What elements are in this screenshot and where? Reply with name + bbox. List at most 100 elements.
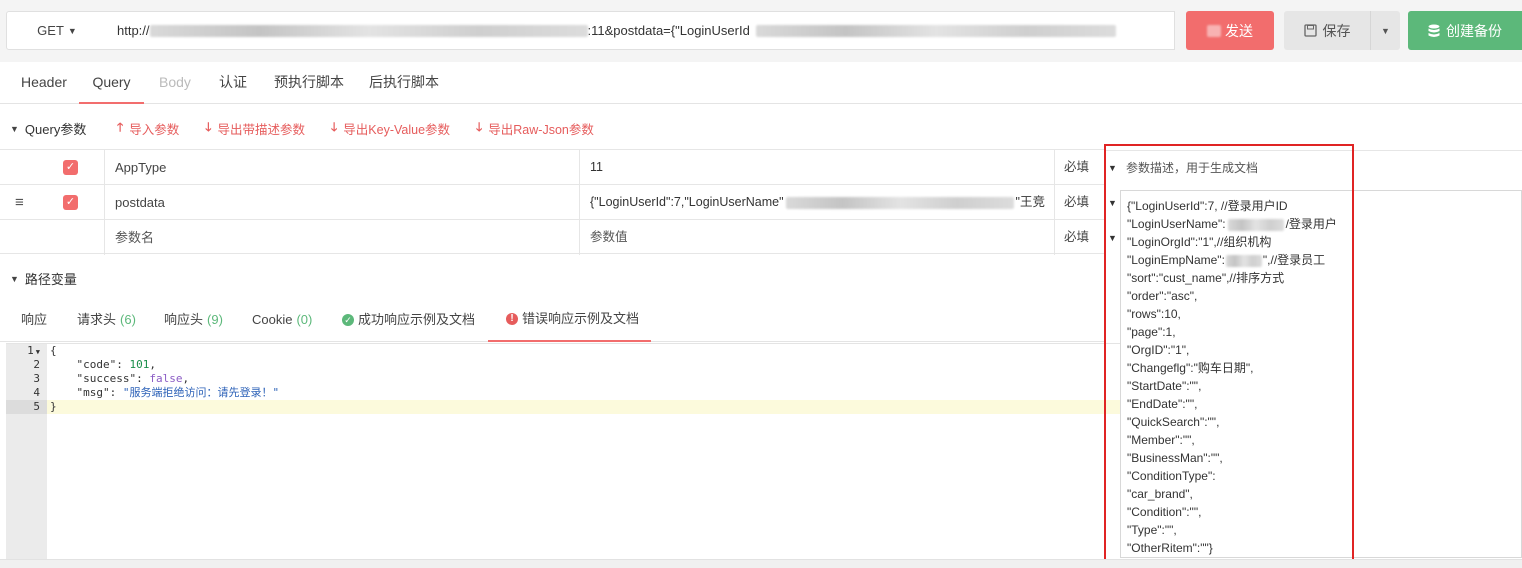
param-value[interactable]: 11 xyxy=(590,150,1046,185)
save-icon xyxy=(1303,24,1317,37)
tab-response[interactable]: 响应 xyxy=(21,298,47,342)
response-editor[interactable]: 1 ▼ 2 3 4 5 { "code": 101, "success": fal… xyxy=(6,343,1120,560)
code-line: "msg": "服务端拒绝访问：请先登录！" xyxy=(76,386,280,399)
desc-line: {"LoginUserId":7, //登录用户ID xyxy=(1127,199,1288,213)
line-number: 5 xyxy=(33,400,40,413)
arrow-down-icon: 🡓 xyxy=(205,120,212,134)
row-enable-checkbox[interactable]: ✓ xyxy=(63,160,78,175)
tab-error-example[interactable]: ! 错误响应示例及文档 xyxy=(488,298,651,342)
desc-line: "BusinessMan":"", xyxy=(1127,451,1223,465)
query-section-title: Query参数 xyxy=(24,122,87,137)
line-number: 3 xyxy=(33,372,40,385)
desc-line: "Condition":"", xyxy=(1127,505,1202,519)
code-line: { xyxy=(50,344,57,357)
export-desc-params-button[interactable]: 🡓 导出带描述参数 xyxy=(205,118,305,139)
save-button[interactable]: 保存 xyxy=(1284,11,1370,50)
tab-success-example[interactable]: ✓ 成功响应示例及文档 xyxy=(342,298,475,342)
import-params-button[interactable]: 🡑 导入参数 xyxy=(117,118,179,139)
param-required[interactable]: 必填 xyxy=(1064,185,1089,220)
param-description-textarea[interactable]: {"LoginUserId":7, //登录用户ID "LoginUserNam… xyxy=(1120,190,1522,558)
import-params-label: 导入参数 xyxy=(129,123,180,137)
desc-line: "StartDate":"", xyxy=(1127,379,1202,393)
send-icon xyxy=(1207,24,1221,37)
query-section-toggle[interactable]: ▼ Query参数 xyxy=(10,119,86,138)
arrow-up-icon: 🡑 xyxy=(117,120,124,134)
param-name-input[interactable]: 参数名 xyxy=(115,220,154,255)
tab-cookie[interactable]: Cookie (0) xyxy=(252,298,312,342)
export-kv-params-button[interactable]: 🡓 导出Key-Value参数 xyxy=(331,118,450,139)
desc-line: "sort":"cust_name",//排序方式 xyxy=(1127,271,1285,285)
desc-line: "order":"asc", xyxy=(1127,289,1198,303)
fold-icon: ▼ xyxy=(35,348,40,356)
tab-pre-script[interactable]: 预执行脚本 xyxy=(274,62,344,104)
tab-response-headers[interactable]: 响应头 (9) xyxy=(164,298,223,342)
tab-header[interactable]: Header xyxy=(21,62,67,104)
desc-line: "LoginEmpName": ",//登录员工 xyxy=(1127,253,1326,267)
arrow-down-icon: 🡓 xyxy=(476,120,483,134)
line-number: 1 ▼ xyxy=(27,344,40,357)
desc-line: "page":1, xyxy=(1127,325,1176,339)
tab-post-script[interactable]: 后执行脚本 xyxy=(369,62,439,104)
caret-down-icon: ▼ xyxy=(10,123,19,134)
path-vars-section-toggle[interactable]: ▼ 路径变量 xyxy=(10,269,77,288)
caret-down-icon: ▼ xyxy=(67,25,77,36)
param-value-input[interactable]: 参数值 xyxy=(590,220,1046,255)
tab-body[interactable]: Body xyxy=(159,62,191,104)
desc-line: "ConditionType": xyxy=(1127,469,1216,483)
desc-line: "Changeflg":"购车日期", xyxy=(1127,361,1254,375)
param-name[interactable]: AppType xyxy=(115,150,166,185)
export-raw-params-label: 导出Raw-Json参数 xyxy=(488,123,594,137)
table-row: ≡ ✓ postdata {"LoginUserId":7,"LoginUser… xyxy=(0,184,1104,220)
desc-line: "QuickSearch":"", xyxy=(1127,415,1220,429)
param-required[interactable]: 必填 xyxy=(1064,220,1089,255)
bottom-bar xyxy=(0,559,1522,568)
check-circle-icon: ✓ xyxy=(342,314,354,326)
tab-auth[interactable]: 认证 xyxy=(219,62,247,104)
desc-line: "Member":"", xyxy=(1127,433,1195,447)
tab-request-headers[interactable]: 请求头 (6) xyxy=(77,298,136,342)
request-bar: GET ▼ http:// :11&postdata={"LoginUserId… xyxy=(0,0,1522,62)
desc-line: "OtherRitem":""} xyxy=(1127,541,1213,555)
code-line: "success": false, xyxy=(76,372,190,385)
export-kv-params-label: 导出Key-Value参数 xyxy=(343,123,451,137)
caret-down-icon[interactable]: ▼ xyxy=(1108,198,1117,208)
create-backup-button[interactable]: 创建备份 xyxy=(1408,11,1522,50)
param-value-tail: "王竞 xyxy=(1015,195,1045,209)
caret-down-icon: ▼ xyxy=(1381,25,1390,36)
url-prefix: http:// xyxy=(117,23,150,38)
redacted-url-tail xyxy=(755,24,1116,37)
param-required[interactable]: 必填 xyxy=(1064,150,1089,185)
tab-query[interactable]: Query xyxy=(79,62,144,104)
method-select[interactable]: GET ▼ xyxy=(6,11,108,50)
row-enable-checkbox[interactable]: ✓ xyxy=(63,195,78,210)
drag-handle-icon[interactable]: ≡ xyxy=(15,194,24,211)
table-row: ✓ AppType 11 必填 xyxy=(0,149,1104,185)
url-visible-part: :11&postdata={"LoginUserId xyxy=(587,23,750,38)
caret-down-icon: ▼ xyxy=(10,273,19,284)
send-label: 发送 xyxy=(1225,22,1253,39)
param-value[interactable]: {"LoginUserId":7,"LoginUserName" "王竞 xyxy=(590,185,1046,220)
url-input[interactable]: http:// :11&postdata={"LoginUserId xyxy=(107,11,1175,50)
arrow-down-icon: 🡓 xyxy=(331,120,338,134)
exclamation-circle-icon: ! xyxy=(506,313,518,325)
code-line: "code": 101, xyxy=(76,358,157,371)
send-button[interactable]: 发送 xyxy=(1186,11,1274,50)
save-dropdown-button[interactable]: ▼ xyxy=(1370,11,1400,50)
desc-line: "rows":10, xyxy=(1127,307,1181,321)
save-label: 保存 xyxy=(1322,22,1351,39)
desc-line: "OrgID":"1", xyxy=(1127,343,1190,357)
line-number: 4 xyxy=(33,386,40,399)
line-number: 2 xyxy=(33,358,40,371)
create-backup-label: 创建备份 xyxy=(1446,22,1502,39)
caret-down-icon[interactable]: ▼ xyxy=(1108,163,1117,173)
response-tabs: 响应 请求头 (6) 响应头 (9) Cookie (0) ✓ 成功响应示例及文档 !… xyxy=(0,298,1104,342)
query-actions: 🡑 导入参数 🡓 导出带描述参数 🡓 导出Key-Value参数 🡓 导出Raw… xyxy=(117,118,594,139)
param-name[interactable]: postdata xyxy=(115,185,165,220)
desc-line: "car_brand", xyxy=(1127,487,1193,501)
desc-line: "LoginUserName":/登录用户 xyxy=(1127,217,1337,231)
database-icon xyxy=(1428,24,1440,37)
table-row-new: 参数名 参数值 必填 xyxy=(0,219,1104,255)
method-label: GET xyxy=(37,23,64,38)
caret-down-icon[interactable]: ▼ xyxy=(1108,233,1117,243)
export-raw-params-button[interactable]: 🡓 导出Raw-Json参数 xyxy=(476,118,594,139)
